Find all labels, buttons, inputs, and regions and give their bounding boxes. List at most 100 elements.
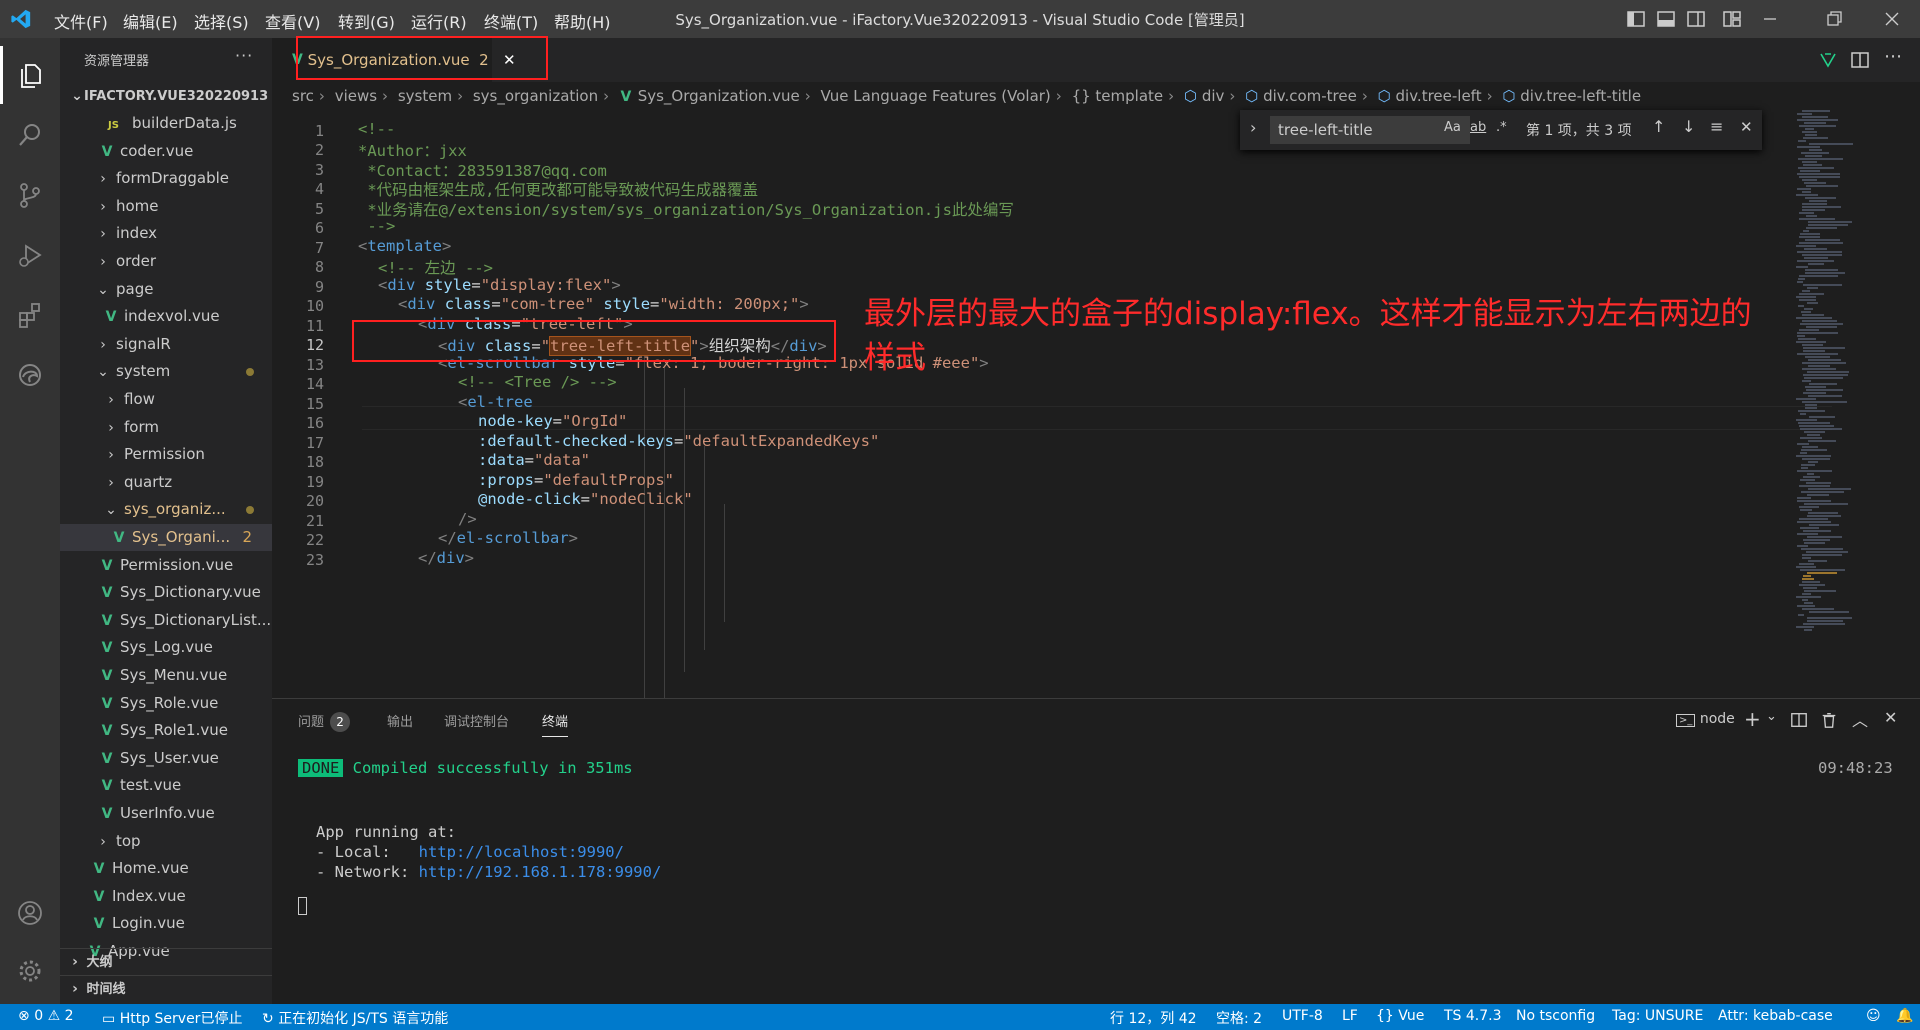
network-url-link[interactable]: http://192.168.1.178:9990/ [419,863,662,881]
next-match-icon[interactable]: ↓ [1682,117,1695,136]
timeline-section[interactable]: › 时间线 [60,975,272,1001]
code-editor[interactable]: 1 2 3 4 5 6 7 8 9 10 11 12 13 14 15 16 17 18 19 20 21 22 23 <!… [272,110,1920,698]
account-icon[interactable] [0,884,60,942]
tree-file[interactable]: V Index.vue [60,883,272,910]
tab-debug-console[interactable]: 调试控制台 [444,711,509,730]
toggle-replace-icon[interactable]: › [1250,118,1256,137]
breadcrumb-div-com-tree[interactable]: div.com-tree [1263,87,1357,105]
tree-file[interactable]: V Sys_DictionaryList... [60,607,272,634]
menu-file[interactable]: 文件(F) [54,9,108,33]
match-whole-word-icon[interactable]: ab [1470,120,1486,135]
breadcrumb-div-tree-left-title[interactable]: div.tree-left-title [1520,87,1641,105]
menu-help[interactable]: 帮助(H) [554,9,611,33]
split-terminal-icon[interactable] [1790,711,1808,729]
close-find-icon[interactable]: ✕ [1740,118,1753,136]
notifications-bell-icon[interactable]: 🔔 [1896,1008,1913,1024]
indentation[interactable]: 空格: 2 [1216,1008,1262,1028]
trash-icon[interactable] [1820,711,1838,729]
breadcrumb-template[interactable]: {} template [1072,87,1164,105]
tree-folder[interactable]: › order [60,248,272,275]
tree-file[interactable]: V Permission.vue [60,552,272,579]
tree-file[interactable]: V Home.vue [60,855,272,882]
maximize-panel-icon[interactable]: ︿ [1852,707,1868,731]
attr-casing[interactable]: Attr: kebab-case [1718,1008,1833,1024]
workspace-root[interactable]: ⌄IFACTORY.VUE320220913 [60,84,272,108]
breadcrumb-div-tree-left[interactable]: div.tree-left [1396,87,1482,105]
problems-status[interactable]: ⊗ 0 ⚠ 2 [18,1008,74,1024]
outline-section[interactable]: › 大纲 [60,948,272,974]
encoding[interactable]: UTF-8 [1282,1008,1323,1024]
feedback-icon[interactable]: ☺ [1866,1008,1881,1024]
tree-folder[interactable]: ⌄ page [60,276,272,303]
cursor-position[interactable]: 行 12，列 42 [1110,1008,1197,1028]
tree-file[interactable]: Vindexvol.vue [60,303,272,330]
menu-edit[interactable]: 编辑(E) [123,9,178,33]
tree-file[interactable]: V UserInfo.vue [60,800,272,827]
tree-file[interactable]: V Sys_Role.vue [60,690,272,717]
tree-folder[interactable]: › form [60,414,272,441]
breadcrumb-div[interactable]: div [1202,87,1225,105]
tsconfig-status[interactable]: No tsconfig [1516,1008,1595,1024]
match-case-icon[interactable]: Aa [1444,120,1461,135]
close-panel-icon[interactable]: ✕ [1884,708,1897,727]
extensions-icon[interactable] [0,286,60,344]
run-debug-icon[interactable] [0,226,60,284]
tab-terminal[interactable]: 终端 [542,711,569,737]
tree-file[interactable]: V Sys_Role1.vue [60,717,272,744]
tab-problems[interactable]: 问题 2 [298,711,351,732]
tree-file[interactable]: V Sys_Menu.vue [60,662,272,689]
close-window-icon[interactable] [1882,9,1902,29]
source-control-icon[interactable] [0,166,60,224]
tree-folder[interactable]: ⌄ system [60,358,272,385]
tree-file[interactable]: V Sys_Organi... 2 [60,524,272,551]
tree-folder[interactable]: › formDraggable [60,165,272,192]
tree-file[interactable]: V Login.vue [60,910,272,937]
chevron-down-icon[interactable]: ⌄ [1766,709,1777,724]
ts-init-status[interactable]: ↻ 正在初始化 JS/TS 语言功能 [262,1008,448,1028]
settings-gear-icon[interactable] [0,942,60,1000]
menu-selection[interactable]: 选择(S) [194,9,249,33]
tree-folder[interactable]: › Permission [60,441,272,468]
toggle-sidebar-icon[interactable] [1626,9,1646,29]
menu-terminal[interactable]: 终端(T) [484,9,538,33]
tree-file[interactable]: V Sys_User.vue [60,745,272,772]
tree-file[interactable]: JS builderData.js [60,110,272,137]
tab-output[interactable]: 输出 [387,711,413,730]
breadcrumb-sys-organization[interactable]: sys_organization [473,87,598,105]
search-icon[interactable] [0,106,60,164]
breadcrumb-file[interactable]: Sys_Organization.vue [638,87,800,105]
tree-folder[interactable]: › quartz [60,469,272,496]
terminal-instance[interactable]: >_ node [1676,711,1735,727]
new-terminal-icon[interactable]: + [1744,707,1761,731]
tree-file[interactable]: V Sys_Log.vue [60,634,272,661]
find-in-selection-icon[interactable]: ≡ [1710,117,1723,136]
explorer-icon[interactable] [0,46,60,104]
customize-layout-icon[interactable] [1722,9,1742,29]
tree-folder[interactable]: ⌄ sys_organiz... [60,496,272,523]
breadcrumb-views[interactable]: views [335,87,377,105]
tree-folder[interactable]: › index [60,220,272,247]
compare-changes-icon[interactable] [1818,50,1838,70]
local-url-link[interactable]: http://localhost:9990/ [419,843,624,861]
language-mode[interactable]: {} Vue [1376,1008,1424,1024]
minimap[interactable] [1790,110,1898,698]
menu-view[interactable]: 查看(V) [265,9,320,33]
tree-folder[interactable]: › top [60,828,272,855]
tree-file[interactable]: Vtest.vue [60,772,272,799]
http-server-status[interactable]: ▭ Http Server已停止 [102,1008,242,1028]
breadcrumb-src[interactable]: src [292,87,314,105]
use-regex-icon[interactable]: .* [1496,120,1507,135]
menu-go[interactable]: 转到(G) [338,9,395,33]
tree-folder[interactable]: › home [60,193,272,220]
terminal-cursor[interactable] [298,897,307,915]
find-input[interactable] [1270,116,1470,144]
typescript-version[interactable]: TS 4.7.3 [1444,1008,1502,1024]
previous-match-icon[interactable]: ↑ [1652,117,1665,136]
tree-folder[interactable]: › flow [60,386,272,413]
split-editor-icon[interactable] [1850,50,1870,70]
explorer-more-actions[interactable]: ··· [235,46,253,65]
breadcrumb-system[interactable]: system [398,87,452,105]
tag-casing[interactable]: Tag: UNSURE [1612,1008,1703,1024]
tree-folder[interactable]: › signalR [60,331,272,358]
edge-browser-icon[interactable] [0,346,60,404]
